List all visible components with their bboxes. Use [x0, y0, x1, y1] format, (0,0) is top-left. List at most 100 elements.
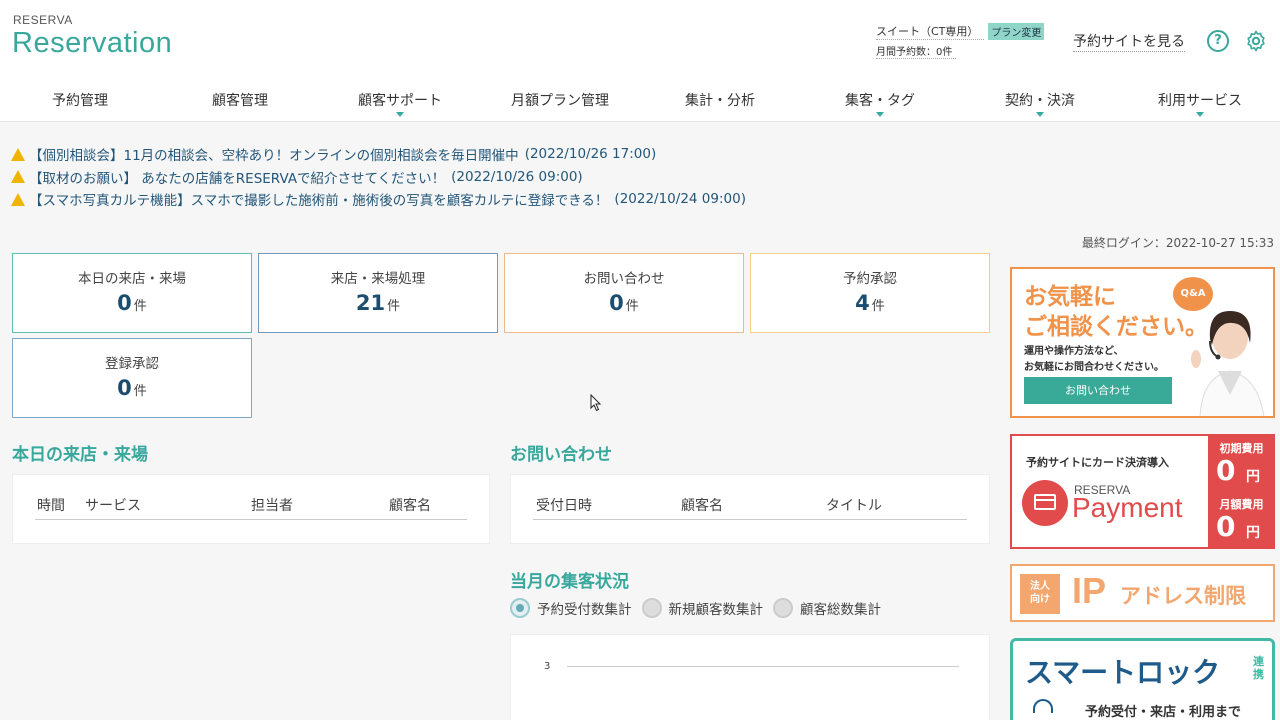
notice-item[interactable]: 【取材のお願い】 あなたの店舗をRESERVAで紹介させてください！ (2022/…	[11, 166, 746, 189]
fee-panel: 初期費用 0 円 月額費用 0 円	[1208, 436, 1273, 547]
tile-count: 4	[855, 291, 870, 315]
corporate-badge: 法人 向け	[1020, 574, 1060, 614]
notice-list: 【個別相談会】11月の相談会、空枠あり！オンラインの個別相談会を毎日開催中 (20…	[11, 143, 746, 211]
nav-item-4[interactable]: 集計・分析	[640, 82, 800, 122]
tile-value: 0件	[505, 291, 743, 315]
mouse-cursor-icon	[590, 394, 602, 412]
plan-change-button[interactable]: プラン変更	[988, 22, 1045, 40]
summary-tile[interactable]: 予約承認 4 件	[750, 253, 990, 333]
logo-brand-small: RESERVA	[13, 13, 73, 27]
caret-down-icon	[1196, 112, 1204, 117]
tile-unit: 件	[871, 299, 885, 314]
ip-restriction-banner[interactable]: 法人 向け IP アドレス制限	[1010, 564, 1275, 622]
summary-tile[interactable]: 来店・来場処理 21 件	[258, 253, 498, 333]
aggregation-option[interactable]: 予約受付数集計	[510, 598, 632, 618]
aggregation-option[interactable]: 新規顧客数集計	[641, 598, 763, 618]
notice-date: (2022/10/24 09:00)	[614, 191, 746, 208]
y-tick-label: 3	[544, 661, 551, 672]
nav-item-label: 顧客サポート	[358, 93, 442, 109]
tile-unit: 件	[133, 384, 147, 399]
col-time: 時間	[37, 498, 65, 514]
view-booking-site-link[interactable]: 予約サイトを見る	[1073, 31, 1185, 52]
card-icon	[1022, 480, 1068, 526]
smartlock-side: 連携	[1253, 655, 1264, 681]
caret-down-icon	[1036, 112, 1044, 117]
payment-banner[interactable]: 予約サイトにカード決済導入 RESERVA Payment 初期費用 0 円 月…	[1010, 434, 1275, 549]
table-header-divider	[533, 519, 967, 520]
notice-text: 【取材のお願い】 あなたの店舗をRESERVAで紹介させてください！	[29, 170, 446, 187]
notice-date: (2022/10/26 17:00)	[524, 146, 657, 163]
aggregation-options: 予約受付数集計 新規顧客数集計 顧客総数集計	[510, 598, 891, 618]
col-customer: 顧客名	[389, 498, 431, 514]
tile-value: 21 件	[259, 291, 497, 315]
warning-icon	[11, 170, 25, 184]
initial-fee-unit: 円	[1246, 469, 1260, 485]
tile-value: 0件	[13, 291, 251, 315]
nav-item-6[interactable]: 契約・決済	[960, 82, 1120, 122]
nav-item-0[interactable]: 予約管理	[0, 82, 160, 122]
plan-name[interactable]: スイート（CT専用）	[876, 23, 985, 40]
summary-tile[interactable]: お問い合わせ 0 件	[504, 253, 744, 333]
notice-item[interactable]: 【個別相談会】11月の相談会、空枠あり！オンラインの個別相談会を毎日開催中 (20…	[11, 143, 746, 166]
gridline	[567, 666, 959, 667]
nav-item-label: 集計・分析	[685, 93, 755, 109]
nav-item-3[interactable]: 月額プラン管理	[480, 82, 640, 122]
consult-desc-2: お気軽にお問合わせください。	[1024, 362, 1164, 373]
main-nav: 予約管理 顧客管理 顧客サポート 月額プラン管理 集計・分析 集客・タグ 契約・決済 利用サー…	[0, 82, 1280, 122]
col-service: サービス	[85, 498, 141, 514]
consult-title-1: お気軽に	[1024, 284, 1116, 310]
monthly-section-title: 当月の集客状況	[510, 572, 629, 592]
warning-icon	[11, 147, 25, 161]
nav-item-label: 予約管理	[52, 93, 108, 109]
nav-item-7[interactable]: 利用サービス	[1120, 82, 1280, 122]
col-received-at: 受付日時	[536, 498, 592, 514]
col-customer: 顧客名	[681, 498, 723, 514]
tile-unit: 件	[625, 299, 639, 314]
notice-text: 【個別相談会】11月の相談会、空枠あり！オンラインの個別相談会を毎日開催中	[29, 148, 519, 165]
radio-button[interactable]	[773, 598, 793, 618]
col-title: タイトル	[826, 498, 882, 514]
smartlock-banner[interactable]: スマートロック 連携 予約受付・来店・利用まで	[1010, 638, 1275, 720]
tile-label: 本日の来店・来場	[78, 271, 186, 287]
tile-label: お問い合わせ	[583, 271, 665, 287]
logo[interactable]: Reservation	[12, 27, 172, 60]
consult-banner[interactable]: お気軽に ご相談ください。 Q&A 運用や操作方法など、 お気軽にお問合わせくだ…	[1010, 267, 1275, 418]
tile-value: 4件	[751, 291, 989, 315]
radio-button[interactable]	[641, 598, 662, 618]
notice-date: (2022/10/26 09:00)	[451, 168, 583, 185]
tile-label: 登録承認	[105, 356, 159, 372]
plan-info: スイート（CT専用） プラン変更 月間予約数：0件	[876, 22, 1062, 59]
notice-item[interactable]: 【スマホ写真カルテ機能】スマホで撮影した施術前・施術後の写真を顧客カルテに登録で…	[11, 188, 746, 211]
summary-tile[interactable]: 登録承認 0 件	[12, 338, 252, 418]
nav-item-2[interactable]: 顧客サポート	[320, 82, 480, 122]
payment-intro: 予約サイトにカード決済導入	[1026, 456, 1169, 469]
tile-unit: 件	[387, 299, 401, 314]
inquiry-section-title: お問い合わせ	[510, 445, 612, 465]
last-login: 最終ログイン：2022-10-27 15:33	[1081, 236, 1274, 250]
inquiry-table: 受付日時 顧客名 タイトル	[510, 474, 990, 544]
nav-item-label: 月額プラン管理	[511, 93, 609, 109]
header: RESERVA Reservation スイート（CT専用） プラン変更 月間予…	[0, 0, 1280, 122]
radio-label: 顧客総数集計	[800, 602, 881, 618]
monthly-fee-value: 0	[1216, 510, 1236, 543]
nav-item-label: 顧客管理	[212, 93, 268, 109]
tile-label: 予約承認	[843, 271, 897, 287]
operator-photo	[1191, 311, 1265, 416]
nav-item-5[interactable]: 集客・タグ	[800, 82, 960, 122]
smartlock-title: スマートロック	[1025, 656, 1221, 689]
warning-icon	[11, 192, 25, 206]
gear-icon[interactable]	[1244, 29, 1268, 53]
today-section-title: 本日の来店・来場	[12, 445, 148, 465]
monthly-fee-unit: 円	[1246, 525, 1260, 541]
tile-count: 21	[355, 291, 386, 315]
radio-button[interactable]	[510, 598, 530, 618]
tile-label: 来店・来場処理	[330, 271, 426, 287]
tile-value: 0件	[13, 376, 251, 400]
today-table: 時間 サービス 担当者 顧客名	[12, 474, 490, 544]
wifi-icon	[1033, 699, 1053, 713]
aggregation-option[interactable]: 顧客総数集計	[773, 598, 881, 618]
summary-tile[interactable]: 本日の来店・来場 0 件	[12, 253, 252, 333]
nav-item-1[interactable]: 顧客管理	[160, 82, 320, 122]
help-icon[interactable]: ?	[1207, 30, 1229, 52]
consult-button[interactable]: お問い合わせ	[1024, 377, 1172, 404]
